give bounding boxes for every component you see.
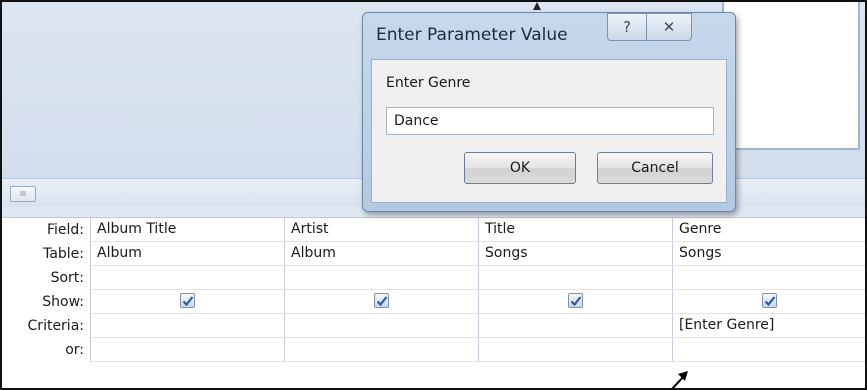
ok-button[interactable]: OK: [464, 152, 576, 184]
field-cell[interactable]: Genre: [673, 218, 865, 241]
table-cell[interactable]: Album: [91, 242, 285, 265]
show-cell: [285, 290, 479, 313]
checkmark-icon: [764, 296, 775, 307]
sort-cell[interactable]: [673, 266, 865, 289]
field-cell[interactable]: Artist: [285, 218, 479, 241]
row-label-sort: Sort:: [50, 270, 84, 286]
sort-row: [91, 266, 865, 290]
show-checkbox[interactable]: [567, 293, 583, 308]
checkmark-icon: [376, 296, 387, 307]
sort-cell[interactable]: [479, 266, 673, 289]
enter-parameter-dialog: Enter Parameter Value ? ✕ Enter Genre Da…: [362, 12, 736, 212]
field-cell[interactable]: Album Title: [91, 218, 285, 241]
criteria-cell-genre[interactable]: [Enter Genre]: [673, 314, 865, 337]
show-cell: [479, 290, 673, 313]
checkmark-icon: [570, 296, 581, 307]
cancel-button[interactable]: Cancel: [597, 152, 713, 184]
or-cell[interactable]: [673, 338, 865, 361]
or-row: [91, 338, 865, 362]
checkmark-icon: [182, 296, 193, 307]
table-cell[interactable]: Songs: [673, 242, 865, 265]
or-cell[interactable]: [91, 338, 285, 361]
row-label-field: Field:: [46, 222, 84, 238]
criteria-cell[interactable]: [285, 314, 479, 337]
row-label-or: or:: [65, 342, 84, 358]
grid-row-labels: Field: Table: Sort: Show: Criteria: or:: [2, 218, 90, 362]
table-cell[interactable]: Songs: [479, 242, 673, 265]
field-cell[interactable]: Title: [479, 218, 673, 241]
or-cell[interactable]: [479, 338, 673, 361]
table-field-list[interactable]: [722, 2, 860, 150]
help-button[interactable]: ?: [607, 13, 647, 41]
query-design-grid: Album Title Artist Title Genre Album Alb…: [90, 218, 865, 362]
scrollbar-thumb[interactable]: III: [10, 186, 36, 202]
sort-cell[interactable]: [91, 266, 285, 289]
row-label-criteria: Criteria:: [27, 318, 84, 334]
dialog-body: Enter Genre Dance OK Cancel: [371, 59, 727, 203]
help-icon: ?: [623, 18, 631, 36]
show-checkbox[interactable]: [373, 293, 389, 308]
row-label-table: Table:: [43, 246, 84, 262]
table-row: Album Album Songs Songs: [91, 242, 865, 266]
parameter-input[interactable]: Dance: [386, 107, 714, 135]
dialog-title: Enter Parameter Value: [376, 25, 568, 45]
close-button[interactable]: ✕: [646, 13, 692, 41]
criteria-row: [Enter Genre]: [91, 314, 865, 338]
parameter-prompt-label: Enter Genre: [386, 75, 471, 91]
or-cell[interactable]: [285, 338, 479, 361]
show-row: [91, 290, 865, 314]
annotation-arrow-icon: [671, 371, 688, 388]
show-checkbox[interactable]: [179, 293, 195, 308]
field-row: Album Title Artist Title Genre: [91, 218, 865, 242]
show-cell: [91, 290, 285, 313]
sort-cell[interactable]: [285, 266, 479, 289]
show-cell: [673, 290, 865, 313]
close-icon: ✕: [662, 18, 676, 36]
show-checkbox[interactable]: [761, 293, 777, 308]
join-line-arrow-icon: [533, 2, 541, 10]
criteria-cell[interactable]: [91, 314, 285, 337]
table-cell[interactable]: Album: [285, 242, 479, 265]
row-label-show: Show:: [42, 294, 84, 310]
criteria-cell[interactable]: [479, 314, 673, 337]
